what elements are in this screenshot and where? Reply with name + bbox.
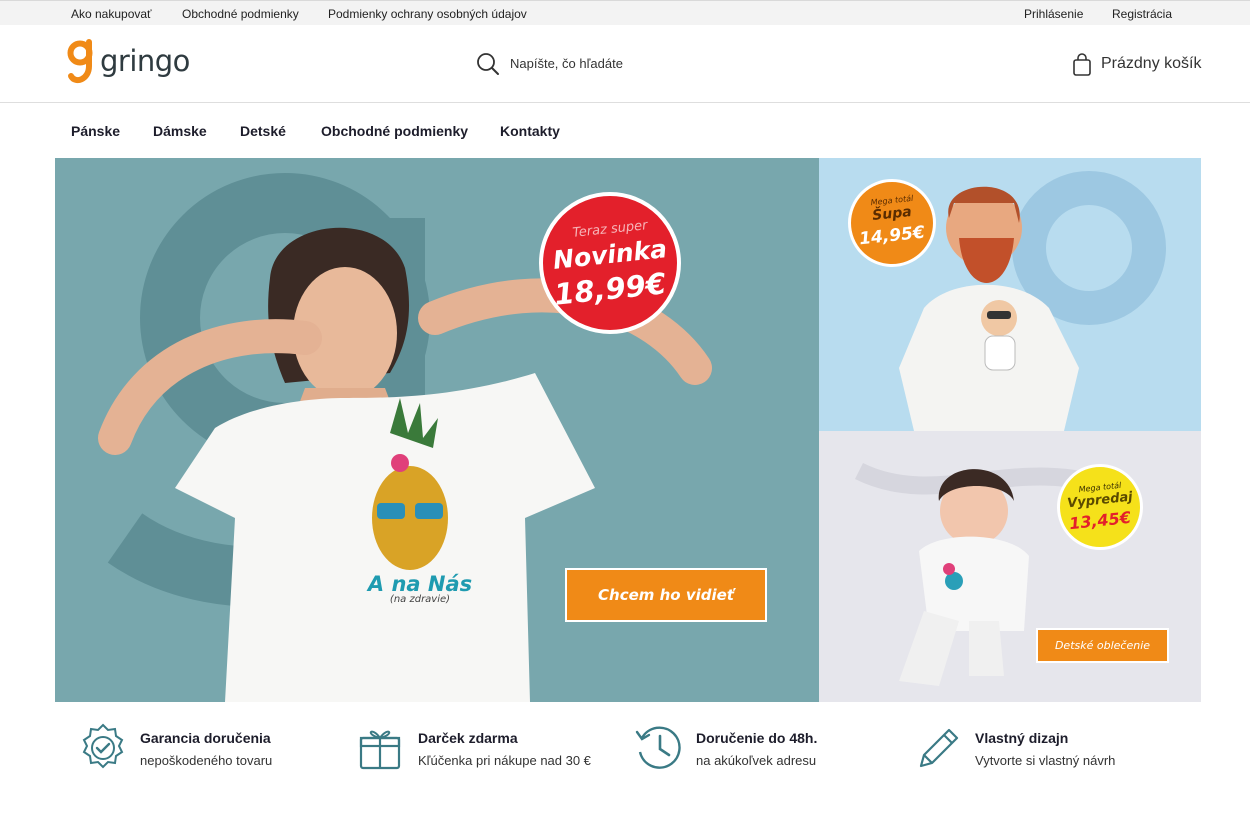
cart-button[interactable]: Prázdny košík [1070,52,1210,78]
kids-clothing-button[interactable]: Detské oblečenie [1036,628,1169,663]
logo[interactable]: gringo [66,36,196,88]
topbar-link-terms[interactable]: Obchodné podmienky [182,7,299,21]
feature-title: Garancia doručenia [140,730,271,746]
login-link[interactable]: Prihlásenie [1024,7,1083,21]
search-input[interactable]: Napíšte, čo hľadáte [510,56,623,71]
logo-g-mark-icon [67,39,93,84]
price-badge-deal-price: 14,95€ [858,222,926,250]
register-link[interactable]: Registrácia [1112,7,1172,21]
feature-subtitle: na akúkoľvek adresu [696,753,817,768]
feature-subtitle: nepoškodeného tovaru [140,753,273,768]
shopping-bag-icon [1073,53,1091,76]
feature-title: Doručenie do 48h. [696,730,818,746]
shirt-print-title: A na Nás [367,572,473,596]
price-badge-deal: Mega totál Šupa 14,95€ [848,179,936,267]
price-badge-new: Teraz super Novinka 18,99€ [539,192,681,334]
feature-subtitle: Kľúčenka pri nákupe nad 30 € [418,753,591,768]
logo-wordmark: gringo [100,44,190,78]
badge-check-icon [82,723,124,769]
search-bar[interactable]: Napíšte, čo hľadáte [476,51,776,77]
pencil-icon [919,728,959,768]
nav-item-contacts[interactable]: Kontakty [500,123,560,139]
topbar-link-privacy[interactable]: Podmienky ochrany osobných údajov [328,7,527,21]
cart-label: Prázdny košík [1101,55,1202,72]
search-icon [477,53,499,75]
nav-item-womens[interactable]: Dámske [153,123,207,139]
hero-side-banner-mens[interactable]: Mega totál Šupa 14,95€ [819,158,1201,431]
price-badge-sale: Mega totál Vypredaj 13,45€ [1057,464,1143,550]
feature-title: Darček zdarma [418,730,518,746]
see-product-button[interactable]: Chcem ho vidieť [565,568,767,622]
feature-title: Vlastný dizajn [975,730,1069,746]
nav-item-mens[interactable]: Pánske [71,123,120,139]
top-utility-bar: Ako nakupovať Obchodné podmienky Podmien… [0,0,1250,25]
feature-subtitle: Vytvorte si vlastný návrh [975,753,1116,768]
topbar-link-how-to-shop[interactable]: Ako nakupovať [71,7,152,21]
clock-history-icon [635,726,681,769]
nav-item-kids[interactable]: Detské [240,123,286,139]
site-header: gringo Napíšte, čo hľadáte Prázdny košík [0,25,1250,103]
nav-item-terms[interactable]: Obchodné podmienky [321,123,468,139]
shirt-print-text: A na Nás (na zdravie) [355,572,485,605]
gift-icon [359,730,401,770]
